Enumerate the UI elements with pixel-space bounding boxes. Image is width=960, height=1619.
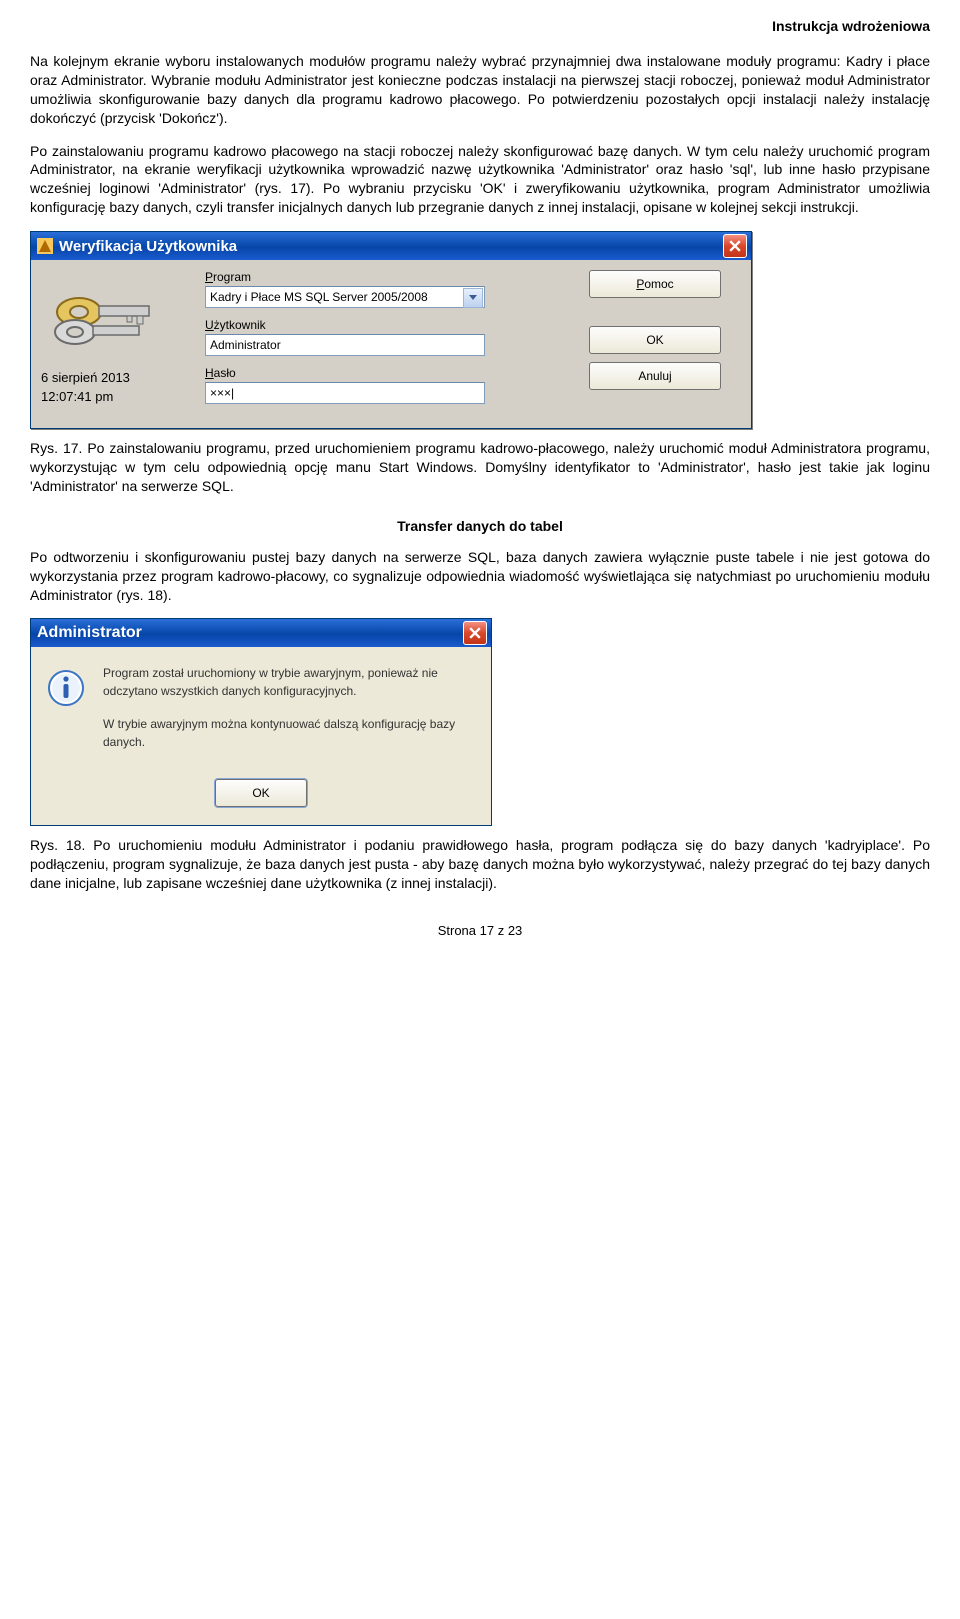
ok-button[interactable]: OK: [589, 326, 721, 354]
msgbox-title: Administrator: [37, 624, 142, 642]
help-button[interactable]: Pomoc: [589, 270, 721, 298]
password-input[interactable]: ×××|: [205, 382, 485, 404]
cancel-button[interactable]: Anuluj: [589, 362, 721, 390]
user-input[interactable]: Administrator: [205, 334, 485, 356]
info-icon: [47, 669, 85, 707]
chevron-down-icon[interactable]: [463, 288, 483, 308]
program-label: Program: [205, 270, 569, 284]
msgbox-line-2: W trybie awaryjnym można kontynuować dal…: [103, 716, 473, 751]
dialog-title: Weryfikacja Użytkownika: [59, 238, 237, 255]
user-label: Użytkownik: [205, 318, 569, 332]
msgbox-line-1: Program został uruchomiony w trybie awar…: [103, 665, 473, 700]
paragraph-1: Na kolejnym ekranie wyboru instalowanych…: [30, 52, 930, 128]
user-value: Administrator: [210, 338, 281, 352]
figure-18-caption: Rys. 18. Po uruchomieniu modułu Administ…: [30, 836, 930, 893]
password-value: ×××|: [210, 386, 234, 400]
date-text: 6 sierpień 2013: [41, 370, 201, 385]
paragraph-2: Po zainstalowaniu programu kadrowo płaco…: [30, 142, 930, 218]
titlebar[interactable]: Weryfikacja Użytkownika: [31, 232, 751, 260]
program-combo[interactable]: Kadry i Płace MS SQL Server 2005/2008: [205, 286, 485, 308]
close-icon[interactable]: [463, 621, 487, 645]
password-label: Hasło: [205, 366, 569, 380]
keys-icon: [41, 276, 171, 366]
close-icon[interactable]: [723, 234, 747, 258]
figure-17-caption: Rys. 17. Po zainstalowaniu programu, prz…: [30, 439, 930, 496]
page-footer: Strona 17 z 23: [30, 923, 930, 938]
section-title: Transfer danych do tabel: [30, 518, 930, 534]
time-text: 12:07:41 pm: [41, 389, 201, 404]
program-value: Kadry i Płace MS SQL Server 2005/2008: [210, 290, 428, 304]
administrator-msgbox: Administrator Program został uruchomiony…: [30, 618, 492, 826]
app-icon: [37, 238, 53, 254]
verify-user-dialog: Weryfikacja Użytkownika: [30, 231, 752, 429]
paragraph-3: Po odtworzeniu i skonfigurowaniu pustej …: [30, 548, 930, 605]
page-header: Instrukcja wdrożeniowa: [30, 18, 930, 34]
msgbox-titlebar[interactable]: Administrator: [31, 619, 491, 647]
msgbox-ok-button[interactable]: OK: [215, 779, 307, 807]
